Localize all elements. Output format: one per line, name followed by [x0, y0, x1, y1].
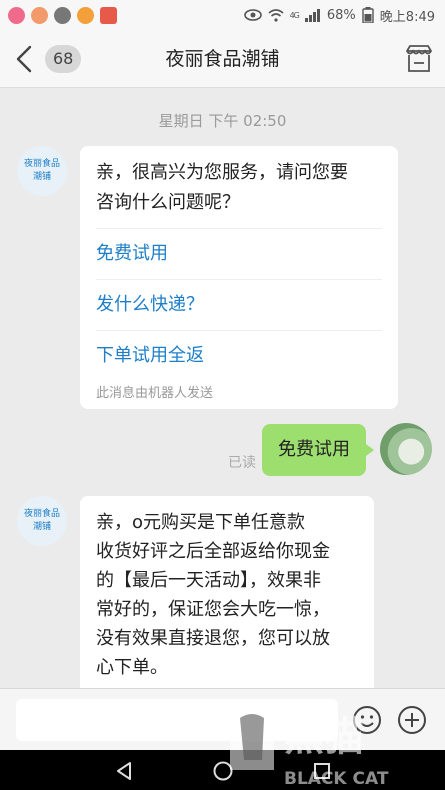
message-text-line: 心下单。 — [96, 657, 168, 678]
heart-app-icon — [8, 6, 25, 24]
message-text-line: 没有效果直接退您，您可以放 — [96, 628, 330, 649]
message-text-line: 收货好评之后全部返给你现金 — [96, 541, 330, 562]
input-bar — [0, 688, 445, 750]
read-status: 已读 — [228, 455, 256, 471]
bot-message-bubble: 亲，很高兴为您服务，请问您要 咨询什么问题呢？ 免费试用 发什么快递？ 下单试用… — [80, 146, 398, 409]
clock: 晚上8:49 — [379, 9, 435, 25]
shop-avatar-line2: 潮铺 — [32, 522, 51, 532]
status-bar: 4G 68% 晚上8:49 — [0, 0, 445, 30]
shop-avatar-line1: 夜丽食品 — [23, 509, 60, 519]
back-arrow-icon[interactable] — [10, 44, 38, 74]
message-text-line: 亲，o元购买是下单任意款 — [96, 512, 306, 533]
bot-note: 此消息由机器人发送 — [96, 386, 214, 401]
unread-count-badge[interactable]: 68 — [45, 45, 82, 73]
weibo-app-icon — [31, 6, 48, 24]
home-circle-icon[interactable] — [212, 760, 234, 782]
quick-reply-full-refund[interactable]: 下单试用全返 — [96, 330, 382, 381]
header: 68 夜丽食品潮铺 — [0, 30, 445, 88]
back-triangle-icon[interactable] — [113, 760, 135, 782]
user-message-bubble: 免费试用 — [262, 424, 374, 476]
quick-reply-free-trial[interactable]: 免费试用 — [96, 228, 382, 279]
message-input[interactable] — [16, 699, 338, 741]
message-text-line: 的【最后一天活动】，效果非 — [96, 570, 321, 591]
message-text-line: 咨询什么问题呢？ — [96, 192, 240, 213]
news-app-icon — [100, 6, 117, 24]
system-status: 4G 68% 晚上8:49 — [243, 6, 435, 25]
chat-area[interactable]: 星期日 下午 02:50 夜丽食品 潮铺 亲，很高兴为您服务，请问您要 咨询什么… — [0, 88, 445, 688]
wifi-icon — [268, 8, 284, 22]
shop-avatar-line1: 夜丽食品 — [23, 159, 60, 169]
message-text-line: 常好的，保证您会大吃一惊， — [96, 599, 330, 620]
recents-square-icon[interactable] — [311, 760, 333, 782]
shop-avatar[interactable]: 夜丽食品 潮铺 — [17, 496, 67, 546]
battery-percent: 68% — [326, 7, 356, 23]
shop-icon[interactable] — [403, 43, 435, 75]
shop-avatar-line2: 潮铺 — [32, 172, 51, 182]
message-text-line: 亲，很高兴为您服务，请问您要 — [96, 162, 348, 183]
network-type-label: 4G — [289, 10, 300, 20]
emoji-icon[interactable] — [352, 705, 382, 735]
battery-icon — [362, 7, 374, 23]
system-nav-bar — [0, 750, 445, 790]
notification-icons — [8, 6, 117, 24]
shop-message-bubble: 亲，o元购买是下单任意款 收货好评之后全部返给你现金 的【最后一天活动】，效果非… — [80, 496, 374, 688]
chat-app-icon — [54, 6, 71, 24]
user-avatar[interactable] — [380, 423, 432, 475]
plus-icon[interactable] — [397, 705, 427, 735]
quick-reply-courier[interactable]: 发什么快递？ — [96, 279, 382, 330]
eye-icon — [243, 9, 262, 21]
message-timestamp: 星期日 下午 02:50 — [158, 112, 287, 130]
shop-avatar[interactable]: 夜丽食品 潮铺 — [17, 146, 67, 196]
video-app-icon — [77, 6, 94, 24]
signal-icon — [304, 8, 320, 22]
